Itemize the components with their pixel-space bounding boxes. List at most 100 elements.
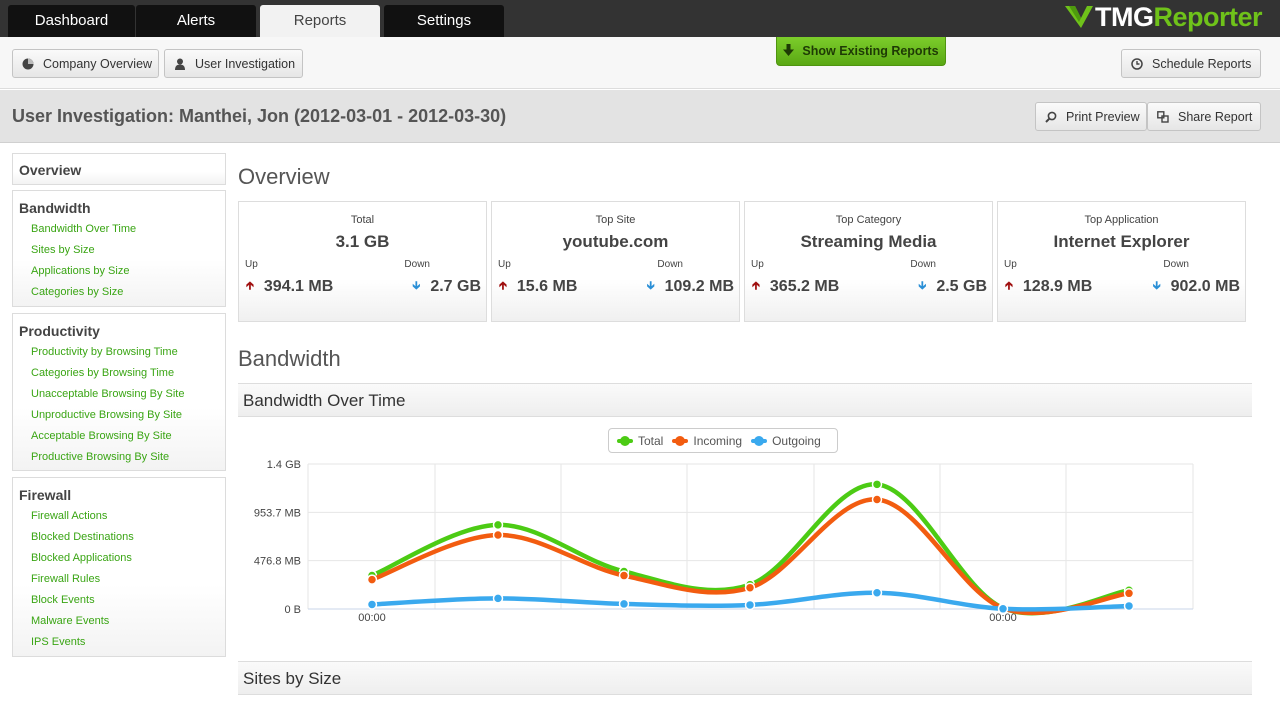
y-tick-label: 1.4 GB [267,459,301,471]
legend-label-total: Total [638,433,664,448]
card-up-label: Up [245,259,258,270]
y-tick-label: 0 B [284,604,301,616]
bandwidth-over-time-chart: 1.4 GB953.7 MB476.8 MB0 B00:00 00:00 [254,459,1194,624]
company-overview-button[interactable]: Company Overview [12,49,159,78]
summary-card-top-site: Top Site youtube.com Up Down 🡱 15.6 MB 🡳 1… [491,201,740,322]
summary-card-total: Total 3.1 GB Up Down 🡱 394.1 MB 🡳 2.7 GB [238,201,487,322]
print-preview-label: Print Preview [1066,109,1140,124]
arrow-down-icon: 🡳 [918,280,927,292]
data-point-incoming [1123,588,1135,599]
schedule-reports-label: Schedule Reports [1152,56,1252,71]
clock-icon [1131,57,1143,70]
schedule-reports-button[interactable]: Schedule Reports [1121,49,1261,78]
data-point-incoming [366,574,378,585]
card-value: youtube.com [562,232,669,251]
card-up-value: 🡱 128.9 MB [1005,277,1093,295]
series-line-incoming [369,497,1132,616]
sidebar-item-blocked-destinations[interactable]: Blocked Destinations [13,527,225,548]
sidebar-item-block-events[interactable]: Block Events [13,590,225,611]
user-investigation-button[interactable]: User Investigation [164,49,303,78]
data-point-incoming [744,582,756,593]
sidebar-item-categories-by-size[interactable]: Categories by Size [13,282,225,303]
share-report-button[interactable]: Share Report [1147,102,1261,131]
share-icon [1157,110,1169,123]
sidebar-item-acceptable-browsing[interactable]: Acceptable Browsing By Site [13,426,225,447]
data-point-outgoing [1123,600,1135,612]
sidebar-item-productivity-by-browsing-time[interactable]: Productivity by Browsing Time [13,342,225,363]
card-label: Total [350,214,375,226]
card-down-value: 🡳 2.7 GB [412,277,481,295]
bandwidth-over-time-header: Bandwidth Over Time [238,383,1252,417]
tab-settings[interactable]: Settings [384,5,504,37]
card-label: Top Application [1084,214,1159,226]
sidebar-item-firewall-rules[interactable]: Firewall Rules [13,569,225,590]
card-up-label: Up [1004,259,1017,270]
tab-alerts[interactable]: Alerts [136,5,256,37]
overview-heading: Overview [238,164,330,189]
sidebar-item-ips-events[interactable]: IPS Events [13,632,225,653]
arrow-up-icon: 🡱 [499,280,507,292]
print-preview-button[interactable]: Print Preview [1035,102,1147,131]
sidebar-heading-bandwidth[interactable]: Bandwidth [13,191,225,216]
legend-item-outgoing[interactable]: Outgoing [751,434,821,448]
tmgreporter-logo[interactable]: TMG Reporter [1064,1,1262,33]
legend-label-outgoing: Outgoing [772,433,821,448]
chart-legend: Total Incoming Outgoing [608,428,838,453]
summary-card-top-application: Top Application Internet Explorer Up Dow… [997,201,1246,322]
data-point-outgoing [997,603,1009,615]
company-overview-label: Company Overview [43,56,153,71]
sidebar-item-bandwidth-over-time[interactable]: Bandwidth Over Time [13,219,225,240]
sidebar-bandwidth-section: Bandwidth Bandwidth Over Time Sites by S… [12,190,226,307]
sidebar-overview-section: Overview [12,153,226,185]
tab-dashboard[interactable]: Dashboard [8,5,135,37]
report-title-bar: User Investigation: Manthei, Jon (2012-0… [0,90,1280,143]
data-point-total [871,479,883,490]
card-down-label: Down [404,259,430,270]
card-down-label: Down [910,259,936,270]
pie-chart-icon [22,58,34,70]
search-icon [1045,111,1057,123]
series-line-total [369,482,1132,616]
arrow-down-icon [783,43,795,59]
card-label: Top Site [595,214,636,226]
y-tick-label: 953.7 MB [254,507,301,519]
sidebar-item-overview[interactable]: Overview [13,154,225,178]
tab-reports[interactable]: Reports [260,5,380,37]
sidebar-heading-firewall[interactable]: Firewall [13,478,225,503]
legend-item-incoming[interactable]: Incoming [672,434,742,448]
legend-swatch-outgoing [751,435,768,446]
sidebar-item-categories-by-browsing-time[interactable]: Categories by Browsing Time [13,363,225,384]
user-investigation-label: User Investigation [195,56,296,71]
sidebar-item-sites-by-size[interactable]: Sites by Size [13,240,225,261]
share-report-label: Share Report [1178,109,1253,124]
legend-item-total[interactable]: Total [617,434,663,448]
data-point-incoming [618,570,630,581]
data-point-outgoing [744,599,756,611]
card-value: Internet Explorer [1053,232,1190,251]
card-up-label: Up [751,259,764,270]
sidebar-item-blocked-applications[interactable]: Blocked Applications [13,548,225,569]
sidebar-item-unproductive-browsing[interactable]: Unproductive Browsing By Site [13,405,225,426]
sidebar-firewall-section: Firewall Firewall Actions Blocked Destin… [12,477,226,657]
card-down-value: 🡳 902.0 MB [1152,277,1240,295]
arrow-up-icon: 🡱 [752,280,760,292]
show-existing-reports-button[interactable]: Show Existing Reports [776,37,946,66]
card-up-label: Up [498,259,511,270]
data-point-total [492,519,504,531]
summary-card-top-category: Top Category Streaming Media Up Down 🡱 36… [744,201,993,322]
sidebar-item-malware-events[interactable]: Malware Events [13,611,225,632]
sidebar-heading-productivity[interactable]: Productivity [13,314,225,339]
sidebar-item-unacceptable-browsing[interactable]: Unacceptable Browsing By Site [13,384,225,405]
logo-icon [1064,6,1093,28]
sidebar-item-applications-by-size[interactable]: Applications by Size [13,261,225,282]
sidebar-item-productive-browsing[interactable]: Productive Browsing By Site [13,447,225,468]
legend-swatch-total [617,435,633,446]
sidebar-item-firewall-actions[interactable]: Firewall Actions [13,506,225,527]
top-nav: Dashboard Alerts Reports Settings TMG Rep… [0,0,1280,37]
arrow-up-icon: 🡱 [246,280,254,292]
card-down-value: 🡳 109.2 MB [646,277,734,295]
arrow-up-icon: 🡱 [1005,280,1013,292]
card-value: Streaming Media [800,232,937,251]
y-tick-label: 476.8 MB [254,556,301,568]
arrow-down-icon: 🡳 [412,280,421,292]
